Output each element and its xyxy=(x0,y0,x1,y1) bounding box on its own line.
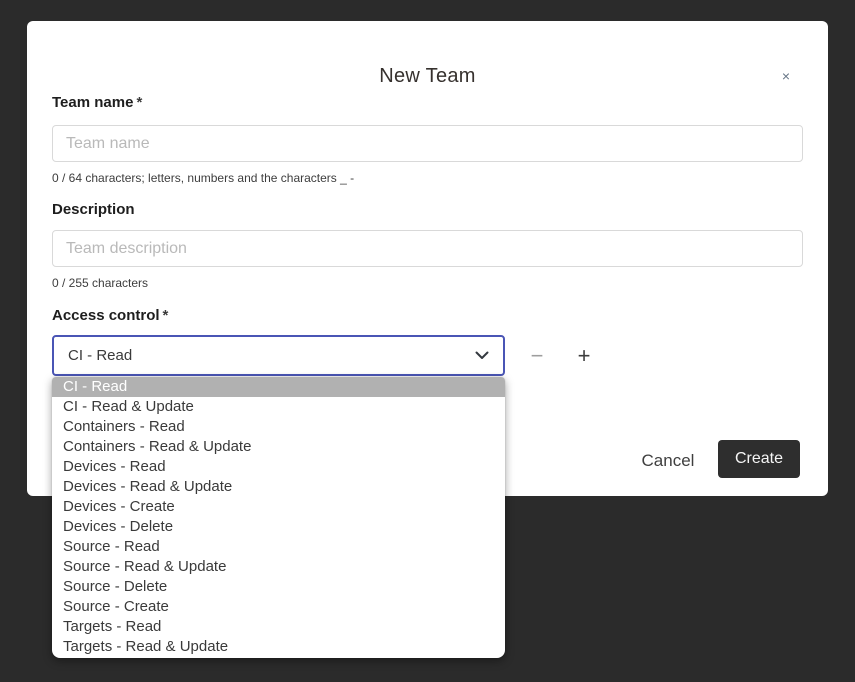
team-name-input[interactable] xyxy=(52,125,803,162)
remove-access-row-button[interactable]: − xyxy=(523,342,551,370)
description-input[interactable] xyxy=(52,230,803,267)
dropdown-option[interactable]: Targets - Read xyxy=(52,617,505,637)
dropdown-option[interactable]: Targets - Read & Update xyxy=(52,637,505,657)
dropdown-option[interactable]: Devices - Delete xyxy=(52,517,505,537)
required-asterisk: * xyxy=(160,307,169,324)
team-name-helper: 0 / 64 characters; letters, numbers and … xyxy=(52,171,354,185)
dropdown-option[interactable]: Source - Create xyxy=(52,597,505,617)
plus-icon: + xyxy=(578,343,591,368)
dropdown-option[interactable]: Source - Delete xyxy=(52,577,505,597)
dropdown-option[interactable]: CI - Read & Update xyxy=(52,397,505,417)
cancel-button[interactable]: Cancel xyxy=(629,447,707,475)
minus-icon: − xyxy=(531,343,544,368)
access-control-label: Access control* xyxy=(52,307,168,324)
dropdown-option[interactable]: Devices - Read xyxy=(52,457,505,477)
access-control-select[interactable]: CI - Read xyxy=(52,335,505,376)
description-label: Description xyxy=(52,201,135,218)
create-button[interactable]: Create xyxy=(718,440,800,478)
dropdown-option[interactable]: Devices - Create xyxy=(52,497,505,517)
team-name-label: Team name* xyxy=(52,94,142,111)
access-control-dropdown-list: CI - Read CI - Read & Update Containers … xyxy=(52,377,505,658)
description-helper: 0 / 255 characters xyxy=(52,276,148,290)
select-value: CI - Read xyxy=(68,347,475,364)
dialog-title: New Team xyxy=(27,65,828,88)
page-backdrop: { "modal": { "title": "New Team", "close… xyxy=(0,0,855,682)
chevron-down-icon xyxy=(475,351,489,360)
dropdown-option[interactable]: CI - Read xyxy=(52,377,505,397)
dropdown-option[interactable]: Source - Read & Update xyxy=(52,557,505,577)
required-asterisk: * xyxy=(133,94,142,111)
dropdown-option[interactable]: Containers - Read xyxy=(52,417,505,437)
dropdown-option[interactable]: Devices - Read & Update xyxy=(52,477,505,497)
add-access-row-button[interactable]: + xyxy=(570,342,598,370)
close-icon[interactable]: × xyxy=(777,67,795,85)
dropdown-option[interactable]: Containers - Read & Update xyxy=(52,437,505,457)
dropdown-option[interactable]: Source - Read xyxy=(52,537,505,557)
